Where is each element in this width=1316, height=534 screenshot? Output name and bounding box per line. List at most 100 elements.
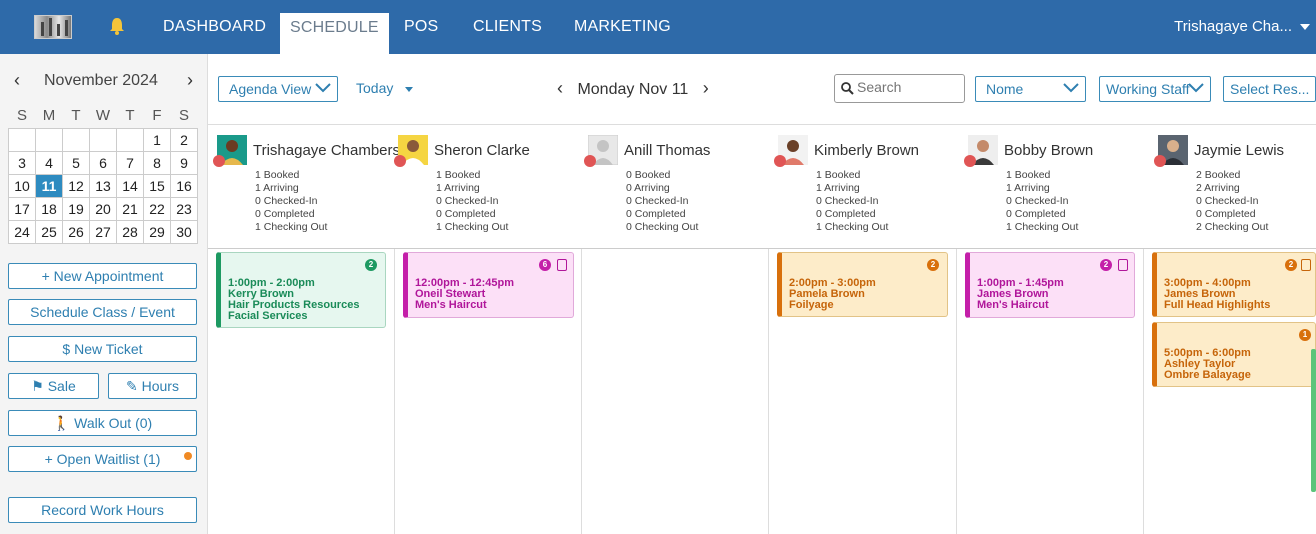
calendar-day[interactable]: 20: [89, 196, 117, 221]
appointment-card[interactable]: 2 1:00pm - 1:45pm James Brown Men's Hair…: [965, 252, 1135, 318]
calendar-day[interactable]: 24: [8, 219, 36, 244]
calendar-day[interactable]: 14: [116, 173, 144, 198]
nav-marketing[interactable]: MARKETING: [574, 0, 671, 54]
staff-column-header[interactable]: Jaymie Lewis 2 Booked 2 Arriving 0 Check…: [1154, 135, 1316, 245]
today-dropdown[interactable]: Today: [356, 80, 414, 96]
calendar-day[interactable]: 4: [35, 150, 63, 175]
walk-out-button[interactable]: 🚶 Walk Out (0): [8, 410, 197, 436]
column-divider: [581, 249, 582, 534]
appointment-card[interactable]: 2 3:00pm - 4:00pm James Brown Full Head …: [1152, 252, 1316, 317]
stat-checked-in: 0 Checked-In: [816, 195, 879, 207]
appointment-card[interactable]: 6 12:00pm - 12:45pm Oneil Stewart Men's …: [403, 252, 574, 318]
calendar-day[interactable]: 19: [62, 196, 90, 221]
nav-pos[interactable]: POS: [404, 0, 438, 54]
staff-stats: 1 Booked 1 Arriving 0 Checked-In 0 Compl…: [1006, 169, 1078, 234]
calendar-day[interactable]: 15: [143, 173, 171, 198]
calendar-day[interactable]: 21: [116, 196, 144, 221]
calendar-day[interactable]: 18: [35, 196, 63, 221]
weekday: F: [152, 107, 162, 125]
stat-completed: 0 Completed: [816, 208, 876, 220]
calendar-day[interactable]: 8: [143, 150, 171, 175]
staff-name: Trishagaye Chambers: [253, 142, 401, 159]
view-select[interactable]: Agenda View: [218, 76, 338, 102]
staff-name: Bobby Brown: [1004, 142, 1094, 159]
sale-button[interactable]: ⚑ Sale: [8, 373, 99, 399]
weekday: T: [125, 107, 135, 125]
working-staff-value: Working Staff: [1106, 81, 1190, 97]
staff-column-header[interactable]: Trishagaye Chambers 1 Booked 1 Arriving …: [213, 135, 404, 245]
calendar-day[interactable]: 3: [8, 150, 36, 175]
calendar-day[interactable]: 17: [8, 196, 36, 221]
calendar-day[interactable]: 1: [143, 127, 171, 152]
salon-logo[interactable]: [34, 15, 72, 39]
hours-button[interactable]: ✎ Hours: [108, 373, 197, 399]
resource-select[interactable]: Select Res...: [1223, 76, 1316, 102]
calendar-day[interactable]: 16: [170, 173, 198, 198]
schedule-class-button[interactable]: Schedule Class / Event: [8, 299, 197, 325]
calendar-day[interactable]: 10: [8, 173, 36, 198]
count-badge: 1: [1299, 329, 1311, 341]
open-waitlist-button[interactable]: + Open Waitlist (1): [8, 446, 197, 472]
staff-column-header[interactable]: Sheron Clarke 1 Booked 1 Arriving 0 Chec…: [394, 135, 585, 245]
staff-column-header[interactable]: Anill Thomas 0 Booked 0 Arriving 0 Check…: [584, 135, 775, 245]
calendar-week: 24 25 26 27 28 29 30: [8, 219, 198, 244]
count-badge: 2: [365, 259, 377, 271]
appointment-card[interactable]: 2 1:00pm - 2:00pm Kerry Brown Hair Produ…: [216, 252, 386, 328]
notification-dot: [184, 452, 192, 460]
scroll-indicator[interactable]: [1311, 349, 1316, 492]
prev-month-icon[interactable]: ‹: [7, 70, 27, 91]
stat-arriving: 1 Arriving: [1006, 182, 1050, 194]
calendar-week: 10 11 12 13 14 15 16: [8, 173, 198, 198]
new-ticket-button[interactable]: $ New Ticket: [8, 336, 197, 362]
staff-column-header[interactable]: Kimberly Brown 1 Booked 1 Arriving 0 Che…: [774, 135, 965, 245]
prev-day-icon[interactable]: ‹: [553, 78, 567, 99]
filter-select-1[interactable]: Nome: [975, 76, 1086, 102]
calendar-day[interactable]: 28: [116, 219, 144, 244]
calendar-day[interactable]: 13: [89, 173, 117, 198]
status-dot: [1154, 155, 1166, 167]
appointment-service: Foilyage: [789, 299, 834, 311]
stat-completed: 0 Completed: [436, 208, 496, 220]
sale-label: Sale: [47, 378, 76, 394]
stat-booked: 1 Booked: [1006, 169, 1051, 181]
status-dot: [213, 155, 225, 167]
nav-clients[interactable]: CLIENTS: [473, 0, 542, 54]
search-input[interactable]: [857, 79, 957, 95]
new-appointment-button[interactable]: + New Appointment: [8, 263, 197, 289]
record-work-hours-button[interactable]: Record Work Hours: [8, 497, 197, 523]
calendar-day[interactable]: 7: [116, 150, 144, 175]
appointment-card[interactable]: 2 2:00pm - 3:00pm Pamela Brown Foilyage: [777, 252, 948, 317]
status-dot: [774, 155, 786, 167]
calendar-day[interactable]: 29: [143, 219, 171, 244]
calendar-day[interactable]: 6: [89, 150, 117, 175]
calendar-day[interactable]: 22: [143, 196, 171, 221]
next-day-icon[interactable]: ›: [699, 78, 713, 99]
calendar-day[interactable]: 26: [62, 219, 90, 244]
calendar-day[interactable]: 11: [35, 173, 63, 198]
user-menu[interactable]: Trishagaye Cha...: [1174, 0, 1310, 54]
calendar-day[interactable]: 9: [170, 150, 198, 175]
stat-checking-out: 1 Checking Out: [816, 221, 889, 233]
staff-column-header[interactable]: Bobby Brown 1 Booked 1 Arriving 0 Checke…: [964, 135, 1155, 245]
calendar-day[interactable]: 5: [62, 150, 90, 175]
calendar-day[interactable]: 27: [89, 219, 117, 244]
calendar-day[interactable]: 2: [170, 127, 198, 152]
stat-arriving: 2 Arriving: [1196, 182, 1240, 194]
top-navigation: DASHBOARD SCHEDULE POS CLIENTS MARKETING…: [0, 0, 1316, 54]
calendar-day[interactable]: 25: [35, 219, 63, 244]
calendar-day[interactable]: 23: [170, 196, 198, 221]
nav-dashboard[interactable]: DASHBOARD: [163, 0, 266, 54]
bell-icon[interactable]: [108, 16, 126, 36]
search-box[interactable]: [834, 74, 965, 103]
calendar-day[interactable]: 30: [170, 219, 198, 244]
appointment-card[interactable]: 1 5:00pm - 6:00pm Ashley Taylor Ombre Ba…: [1152, 322, 1316, 387]
stat-booked: 2 Booked: [1196, 169, 1241, 181]
working-staff-select[interactable]: Working Staff: [1099, 76, 1211, 102]
calendar-day[interactable]: 12: [62, 173, 90, 198]
next-month-icon[interactable]: ›: [180, 70, 200, 91]
stat-booked: 1 Booked: [436, 169, 481, 181]
card-icon: [557, 259, 567, 271]
nav-schedule[interactable]: SCHEDULE: [280, 13, 389, 54]
stat-checked-in: 0 Checked-In: [255, 195, 318, 207]
calendar-week: 12: [8, 127, 198, 152]
